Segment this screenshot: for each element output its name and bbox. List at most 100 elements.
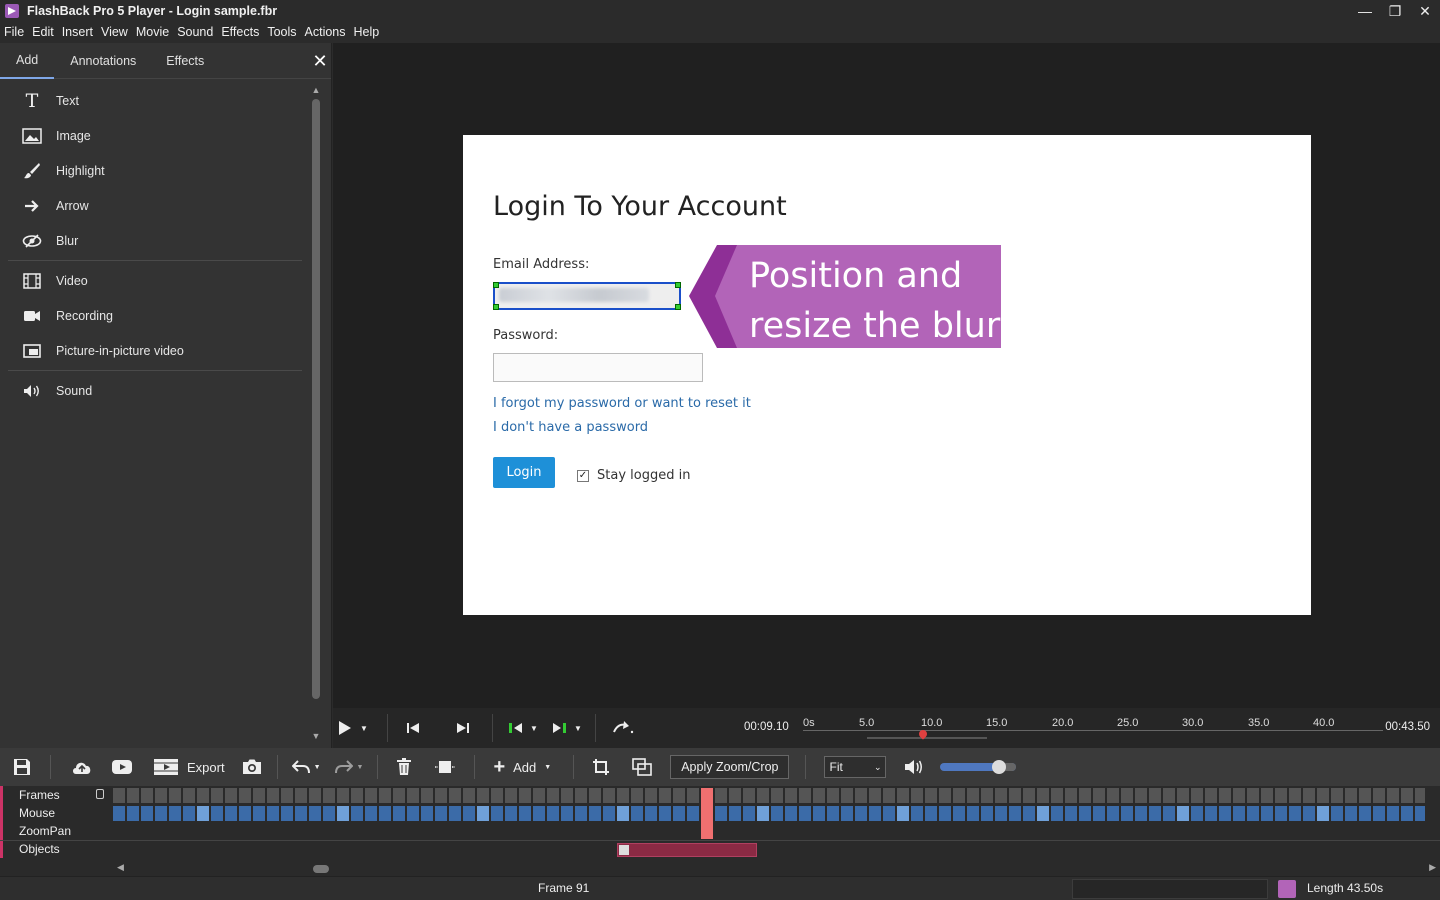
frames-track[interactable] [113, 788, 1425, 803]
youtube-button[interactable] [111, 759, 133, 775]
pip-icon [20, 339, 44, 363]
tab-annotations[interactable]: Annotations [70, 43, 150, 79]
minimize-button[interactable]: — [1350, 0, 1380, 22]
current-time: 00:09.10 [744, 721, 789, 733]
add-item-list: T Text Image Highlight Arrow Blur Video … [8, 83, 302, 408]
add-video-item[interactable]: Video [8, 263, 302, 298]
add-recording-item[interactable]: Recording [8, 298, 302, 333]
password-label: Password: [493, 328, 559, 343]
restore-button[interactable]: ❐ [1380, 0, 1410, 22]
video-play-icon [112, 760, 132, 774]
film-icon [20, 269, 44, 293]
zoom-fit-select[interactable]: Fit ⌄ [824, 756, 887, 778]
upload-button[interactable] [71, 758, 93, 776]
add-label: Add [513, 759, 537, 775]
split-button[interactable] [434, 759, 456, 775]
image-icon [20, 124, 44, 148]
password-field [493, 353, 703, 382]
blur-object[interactable] [493, 282, 681, 310]
callout-line-1: Position and [749, 256, 963, 296]
volume-slider[interactable] [940, 760, 1017, 774]
zoom-pan-button[interactable] [632, 758, 653, 776]
scroll-down-icon[interactable]: ▼ [309, 729, 323, 743]
add-image-item[interactable]: Image [8, 118, 302, 153]
redo-button[interactable]: ▼ [334, 760, 364, 774]
menu-insert[interactable]: Insert [58, 25, 97, 39]
menu-help[interactable]: Help [350, 25, 384, 39]
menu-sound[interactable]: Sound [173, 25, 217, 39]
chevron-down-icon: ⌄ [873, 761, 882, 772]
chevron-down-icon[interactable]: ▼ [314, 764, 321, 771]
chevron-down-icon[interactable]: ▼ [530, 724, 538, 733]
go-to-start-button[interactable] [388, 722, 438, 734]
close-panel-icon[interactable]: ✕ [311, 52, 329, 70]
scroll-left-icon[interactable]: ◀ [117, 862, 124, 873]
add-arrow-label: Arrow [56, 198, 89, 213]
apply-zoom-crop-button[interactable]: Apply Zoom/Crop [670, 755, 790, 779]
timeline-scroll-thumb[interactable] [313, 865, 329, 873]
chevron-down-icon[interactable]: ▼ [360, 724, 368, 733]
lock-icon[interactable] [96, 789, 104, 799]
resize-handle[interactable] [675, 282, 681, 288]
callout-annotation[interactable]: Position and resize the blur [689, 245, 1003, 348]
scroll-up-icon[interactable]: ▲ [309, 83, 323, 97]
resize-handle[interactable] [493, 304, 499, 310]
add-menu-button[interactable]: + Add ▼ [493, 756, 551, 779]
add-text-item[interactable]: T Text [8, 83, 302, 118]
tab-add[interactable]: Add [0, 43, 55, 79]
menu-movie[interactable]: Movie [132, 25, 173, 39]
marker-in-button[interactable]: ▼ [501, 722, 545, 734]
scroll-thumb[interactable] [312, 99, 320, 699]
add-blur-item[interactable]: Blur [8, 223, 302, 258]
save-button[interactable] [12, 757, 32, 777]
mouse-track[interactable] [113, 806, 1425, 821]
add-highlight-item[interactable]: Highlight [8, 153, 302, 188]
loop-button[interactable] [596, 721, 650, 735]
window-controls: — ❐ ✕ [1350, 0, 1440, 22]
add-pip-item[interactable]: Picture-in-picture video [8, 333, 302, 368]
undo-button[interactable]: ▼ [291, 760, 321, 774]
tab-effects[interactable]: Effects [166, 43, 218, 79]
play-button[interactable]: ▼ [333, 720, 373, 736]
menu-tools[interactable]: Tools [263, 25, 300, 39]
menu-bar: File Edit Insert View Movie Sound Effect… [0, 22, 1440, 42]
time-ruler[interactable]: 0s 5.0 10.0 15.0 20.0 25.0 30.0 35.0 40.… [803, 712, 1383, 744]
stay-logged-in: ✓ Stay logged in [577, 468, 690, 483]
add-sound-item[interactable]: Sound [8, 373, 302, 408]
resize-handle[interactable] [493, 282, 499, 288]
timeline-cursor[interactable] [701, 788, 713, 839]
go-to-end-button[interactable] [438, 722, 488, 734]
menu-effects[interactable]: Effects [217, 25, 263, 39]
add-arrow-item[interactable]: Arrow [8, 188, 302, 223]
track-frames-label: Frames [0, 786, 112, 804]
resize-handle[interactable] [675, 304, 681, 310]
volume-button[interactable] [904, 759, 924, 775]
chevron-down-icon[interactable]: ▼ [574, 724, 582, 733]
split-frames-icon [435, 761, 456, 773]
marker-out-button[interactable]: ▼ [545, 722, 589, 734]
menu-view[interactable]: View [97, 25, 132, 39]
menu-actions[interactable]: Actions [301, 25, 350, 39]
scroll-right-icon[interactable]: ▶ [1429, 862, 1436, 873]
panel-scrollbar[interactable]: ▲ ▼ [309, 83, 323, 743]
volume-knob[interactable] [992, 760, 1007, 774]
panel-tabs: Add Annotations Effects ✕ [0, 43, 331, 79]
snapshot-button[interactable] [241, 758, 263, 776]
redo-icon [334, 760, 353, 774]
blur-object-bar[interactable] [617, 843, 757, 857]
forgot-password-link: I forgot my password or want to reset it [493, 396, 751, 411]
crop-button[interactable] [592, 758, 610, 776]
marker-in-icon [509, 723, 523, 733]
timeline-scrollbar[interactable]: ◀ ▶ [113, 862, 1440, 876]
panel-divider [8, 260, 302, 261]
delete-button[interactable] [396, 758, 412, 776]
close-window-button[interactable]: ✕ [1410, 0, 1440, 22]
divider [474, 755, 476, 779]
chevron-down-icon[interactable]: ▼ [357, 764, 364, 771]
export-button[interactable]: Export [143, 757, 225, 777]
share-icon[interactable] [1278, 880, 1296, 898]
menu-file[interactable]: File [0, 25, 28, 39]
menu-edit[interactable]: Edit [28, 25, 58, 39]
tick-label: 35.0 [1248, 717, 1270, 729]
frame-canvas: Login To Your Account Email Address: Pas… [463, 135, 1311, 615]
